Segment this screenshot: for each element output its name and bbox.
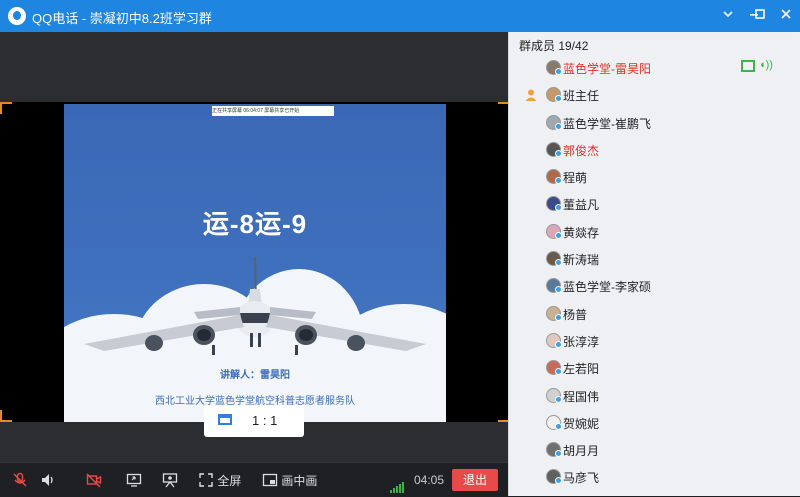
maximize-button[interactable] — [750, 6, 770, 26]
member-count-header: 群成员 19/42 — [519, 39, 589, 53]
fullscreen-icon — [199, 473, 213, 487]
member-name: 张淳淳 — [563, 334, 600, 349]
device-badge-icon — [555, 477, 562, 485]
member-name: 马彦飞 — [563, 471, 600, 486]
slide-speaker: 讲解人：雷昊阳 — [220, 370, 290, 381]
member-item[interactable]: 蓝色学堂-李家硕 — [509, 272, 800, 299]
slide-title: 运-8运-9 — [202, 209, 308, 239]
member-item[interactable]: 郭俊杰 — [509, 136, 800, 163]
device-badge-icon — [555, 395, 562, 403]
speaking-icon: ◖)) — [759, 59, 773, 71]
member-name: 黄燚存 — [563, 225, 600, 240]
owner-person-icon — [525, 89, 537, 102]
window-ratio-icon — [218, 414, 232, 425]
speaker-toggle-button[interactable] — [40, 472, 56, 491]
member-name: 胡月月 — [563, 444, 600, 459]
device-badge-icon — [555, 231, 562, 239]
signal-strength-icon — [390, 475, 405, 493]
member-item[interactable]: 蓝色学堂-雷昊阳 ◖)) — [509, 54, 800, 81]
corner-marker-icon — [0, 410, 12, 422]
call-timer: 04:05 — [414, 473, 445, 487]
fullscreen-label: 全屏 — [217, 474, 242, 488]
device-badge-icon — [555, 177, 562, 185]
window-title: QQ电话 - 崇凝初中8.2班学习群 — [32, 11, 212, 26]
member-item[interactable]: 张淳淳 — [509, 327, 800, 354]
device-badge-icon — [555, 313, 562, 321]
member-name: 程国伟 — [563, 389, 600, 404]
camera-toggle-button[interactable] — [86, 472, 102, 491]
close-icon[interactable] — [776, 6, 796, 26]
member-item[interactable]: 马彦飞 — [509, 463, 800, 490]
member-name: 班主任 — [563, 89, 600, 104]
title-bar: QQ电话 - 崇凝初中8.2班学习群 — [0, 0, 800, 32]
member-item[interactable]: 杨普 — [509, 300, 800, 327]
airplane-icon — [84, 257, 426, 355]
exit-call-button[interactable]: 退出 — [452, 469, 498, 491]
member-item[interactable]: 蓝色学堂-崔鹏飞 — [509, 109, 800, 136]
device-badge-icon — [555, 368, 562, 376]
pip-label: 画中画 — [281, 474, 318, 488]
presentation-slide: 正在共享屏幕 06:04:07 屏幕共享已开始 运-8运-9 讲解人：雷昊阳 西… — [64, 104, 446, 422]
device-badge-icon — [555, 450, 562, 458]
speaker-icon — [42, 474, 53, 486]
member-item[interactable]: 程萌 — [509, 163, 800, 190]
present-icon — [162, 473, 178, 488]
mic-toggle-button[interactable] — [12, 472, 28, 491]
device-badge-icon — [555, 149, 562, 157]
member-name: 程萌 — [563, 171, 588, 186]
camera-off-icon — [86, 473, 102, 488]
sharing-screen-icon — [741, 60, 755, 72]
member-name: 杨普 — [563, 307, 588, 322]
member-item[interactable]: 靳涛瑞 — [509, 245, 800, 272]
member-name: 蓝色学堂-崔鹏飞 — [563, 116, 651, 131]
member-item[interactable]: 董益凡 — [509, 190, 800, 217]
member-panel: 群成员 19/42 蓝色学堂-雷昊阳 ◖)) 班主任蓝色学堂-崔鹏飞 郭俊杰程萌董益凡… — [508, 32, 800, 496]
member-name: 靳涛瑞 — [563, 253, 600, 268]
member-item[interactable]: 程国伟 — [509, 382, 800, 409]
member-name: 左若阳 — [563, 362, 600, 377]
present-button[interactable] — [162, 472, 178, 491]
device-badge-icon — [555, 259, 562, 267]
member-name: 董益凡 — [563, 198, 600, 213]
device-badge-icon — [555, 286, 562, 294]
corner-marker-icon — [0, 102, 12, 114]
member-item[interactable]: 贺婉妮 — [509, 409, 800, 436]
shared-screen-area: 正在共享屏幕 06:04:07 屏幕共享已开始 运-8运-9 讲解人：雷昊阳 西… — [0, 32, 510, 462]
member-item[interactable]: 班主任 — [509, 81, 800, 108]
member-item[interactable]: 胡月月 — [509, 436, 800, 463]
device-badge-icon — [555, 68, 562, 75]
device-badge-icon — [555, 122, 562, 130]
member-name: 蓝色学堂-雷昊阳 — [563, 62, 651, 76]
device-badge-icon — [555, 95, 562, 103]
member-name: 蓝色学堂-李家硕 — [563, 280, 651, 295]
pin-icon[interactable] — [718, 6, 738, 26]
screen-share-button[interactable] — [126, 472, 142, 491]
screen-share-icon — [126, 473, 142, 487]
member-item[interactable]: 黄燚存 — [509, 218, 800, 245]
member-name: 贺婉妮 — [563, 416, 600, 431]
member-item[interactable]: 左若阳 — [509, 354, 800, 381]
device-badge-icon — [555, 204, 562, 212]
fullscreen-button[interactable]: 全屏 — [198, 472, 241, 489]
device-badge-icon — [555, 340, 562, 348]
pip-button[interactable]: 画中画 — [262, 472, 317, 489]
device-badge-icon — [555, 422, 562, 430]
member-list: 蓝色学堂-雷昊阳 ◖)) 班主任 蓝色学堂-崔鹏飞 郭俊杰 程萌 董益凡 黄燚存 靳涛瑞 蓝色学堂… — [509, 54, 800, 491]
slide-share-toolbar: 正在共享屏幕 06:04:07 屏幕共享已开始 — [212, 106, 334, 116]
ratio-toggle-button[interactable]: 1 : 1 — [204, 405, 304, 437]
mic-muted-icon — [13, 472, 27, 487]
member-name: 郭俊杰 — [563, 143, 600, 158]
ratio-label: 1 : 1 — [252, 413, 278, 428]
qq-logo-icon — [8, 7, 26, 25]
call-control-bar: 全屏 画中画 04:05 退出 — [0, 462, 508, 497]
picture-in-picture-icon — [262, 473, 278, 487]
